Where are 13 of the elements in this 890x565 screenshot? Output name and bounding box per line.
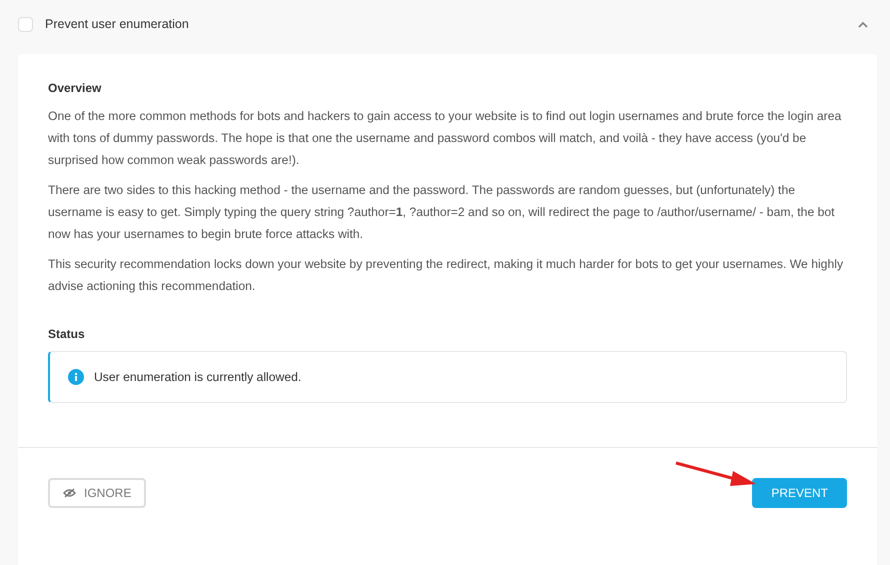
info-icon [68, 369, 84, 385]
chevron-icon[interactable] [858, 20, 868, 28]
checkbox[interactable] [18, 16, 33, 32]
ignore-button[interactable]: IGNORE [48, 478, 146, 508]
eye-slash-icon [63, 488, 76, 498]
section-heading: Overview [48, 81, 102, 95]
paragraph: There are two sides to this hacking method - the username and the password. The passwords are random guesses, but (unfortunately) the username is easy to get. Simply typing the query string ?author=1, ?author=2 and so on, will redirect the page to /author/username/ - bam, the bot now has your usernames to begin brute force attacks with. [48, 182, 836, 243]
section-heading: Status [48, 327, 86, 341]
prevent-button[interactable]: PREVENT [752, 478, 847, 508]
paragraph: One of the more common methods for bots and hackers to gain access to your website is to find out login usernames and brute force the login area with tons of dummy passwords. The hope is that one the username and password combos will match, and voilà - they have access (you'd be surprised how common weak passwords are!). [48, 108, 842, 169]
recommendation-title: Prevent user enumeration [45, 17, 190, 31]
status-text: User enumeration is currently allowed. [94, 370, 302, 384]
paragraph: This security recommendation locks down your website by preventing the redirect, making it much harder for bots to get your usernames. We highly advise actioning this recommendation. [48, 256, 844, 295]
